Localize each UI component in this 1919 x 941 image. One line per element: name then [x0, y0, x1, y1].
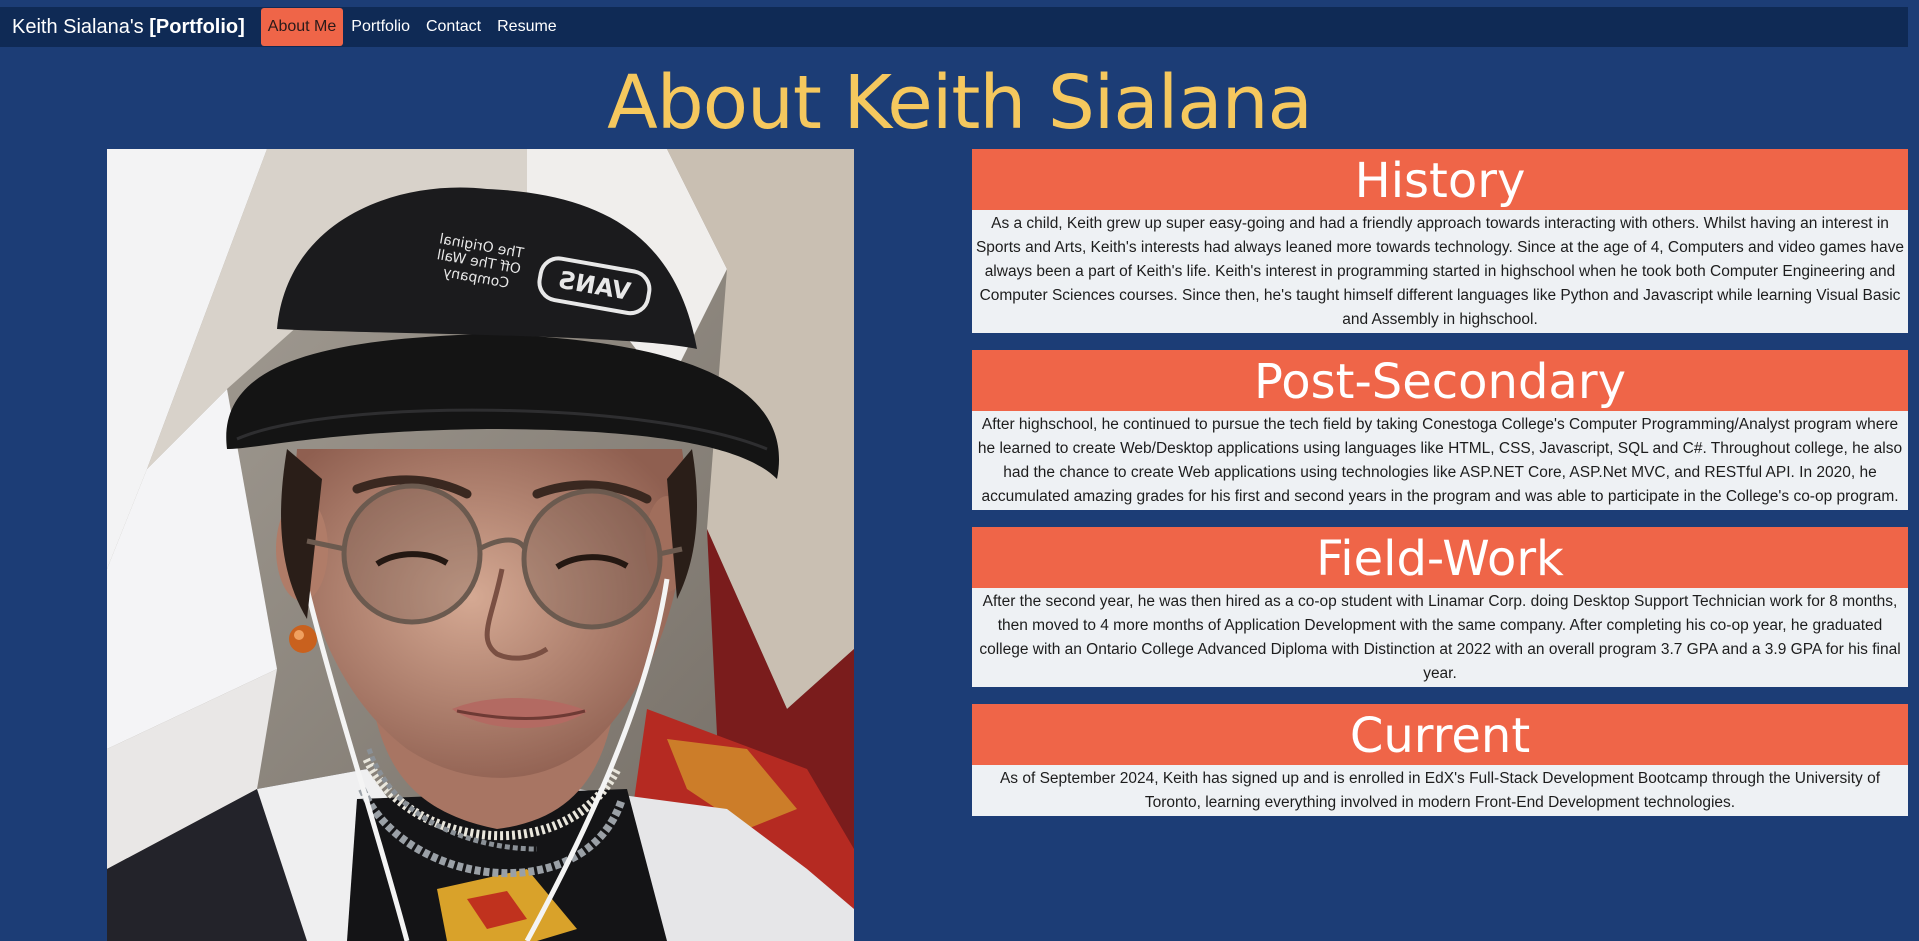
section-heading: History: [972, 149, 1908, 210]
nav-link-resume[interactable]: Resume: [489, 7, 565, 47]
top-strip: [0, 0, 1919, 7]
section-text: As a child, Keith grew up super easy-goi…: [972, 210, 1908, 333]
section-text: After the second year, he was then hired…: [972, 588, 1908, 687]
brand-bold: [Portfolio]: [149, 15, 245, 38]
brand-logo[interactable]: Keith Sialana's [Portfolio]: [12, 16, 245, 39]
section-heading: Current: [972, 704, 1908, 765]
section-heading: Field-Work: [972, 527, 1908, 588]
section-field-work: Field-Work After the second year, he was…: [972, 527, 1908, 687]
section-text: As of September 2024, Keith has signed u…: [972, 765, 1908, 816]
section-post-secondary: Post-Secondary After highschool, he cont…: [972, 350, 1908, 510]
page-title: About Keith Sialana: [607, 60, 1313, 146]
nav-link-about-me[interactable]: About Me: [260, 8, 344, 46]
section-heading: Post-Secondary: [972, 350, 1908, 411]
nav-link-contact[interactable]: Contact: [418, 7, 489, 47]
about-sections: History As a child, Keith grew up super …: [972, 149, 1908, 833]
profile-photo: VANS The Original Off The Wall Company: [107, 149, 854, 941]
brand-name: Keith Sialana's: [12, 15, 150, 38]
navbar: Keith Sialana's [Portfolio] About Me Por…: [0, 7, 1908, 47]
nav-link-portfolio[interactable]: Portfolio: [343, 7, 418, 47]
section-history: History As a child, Keith grew up super …: [972, 149, 1908, 333]
section-text: After highschool, he continued to pursue…: [972, 411, 1908, 510]
section-current: Current As of September 2024, Keith has …: [972, 704, 1908, 816]
